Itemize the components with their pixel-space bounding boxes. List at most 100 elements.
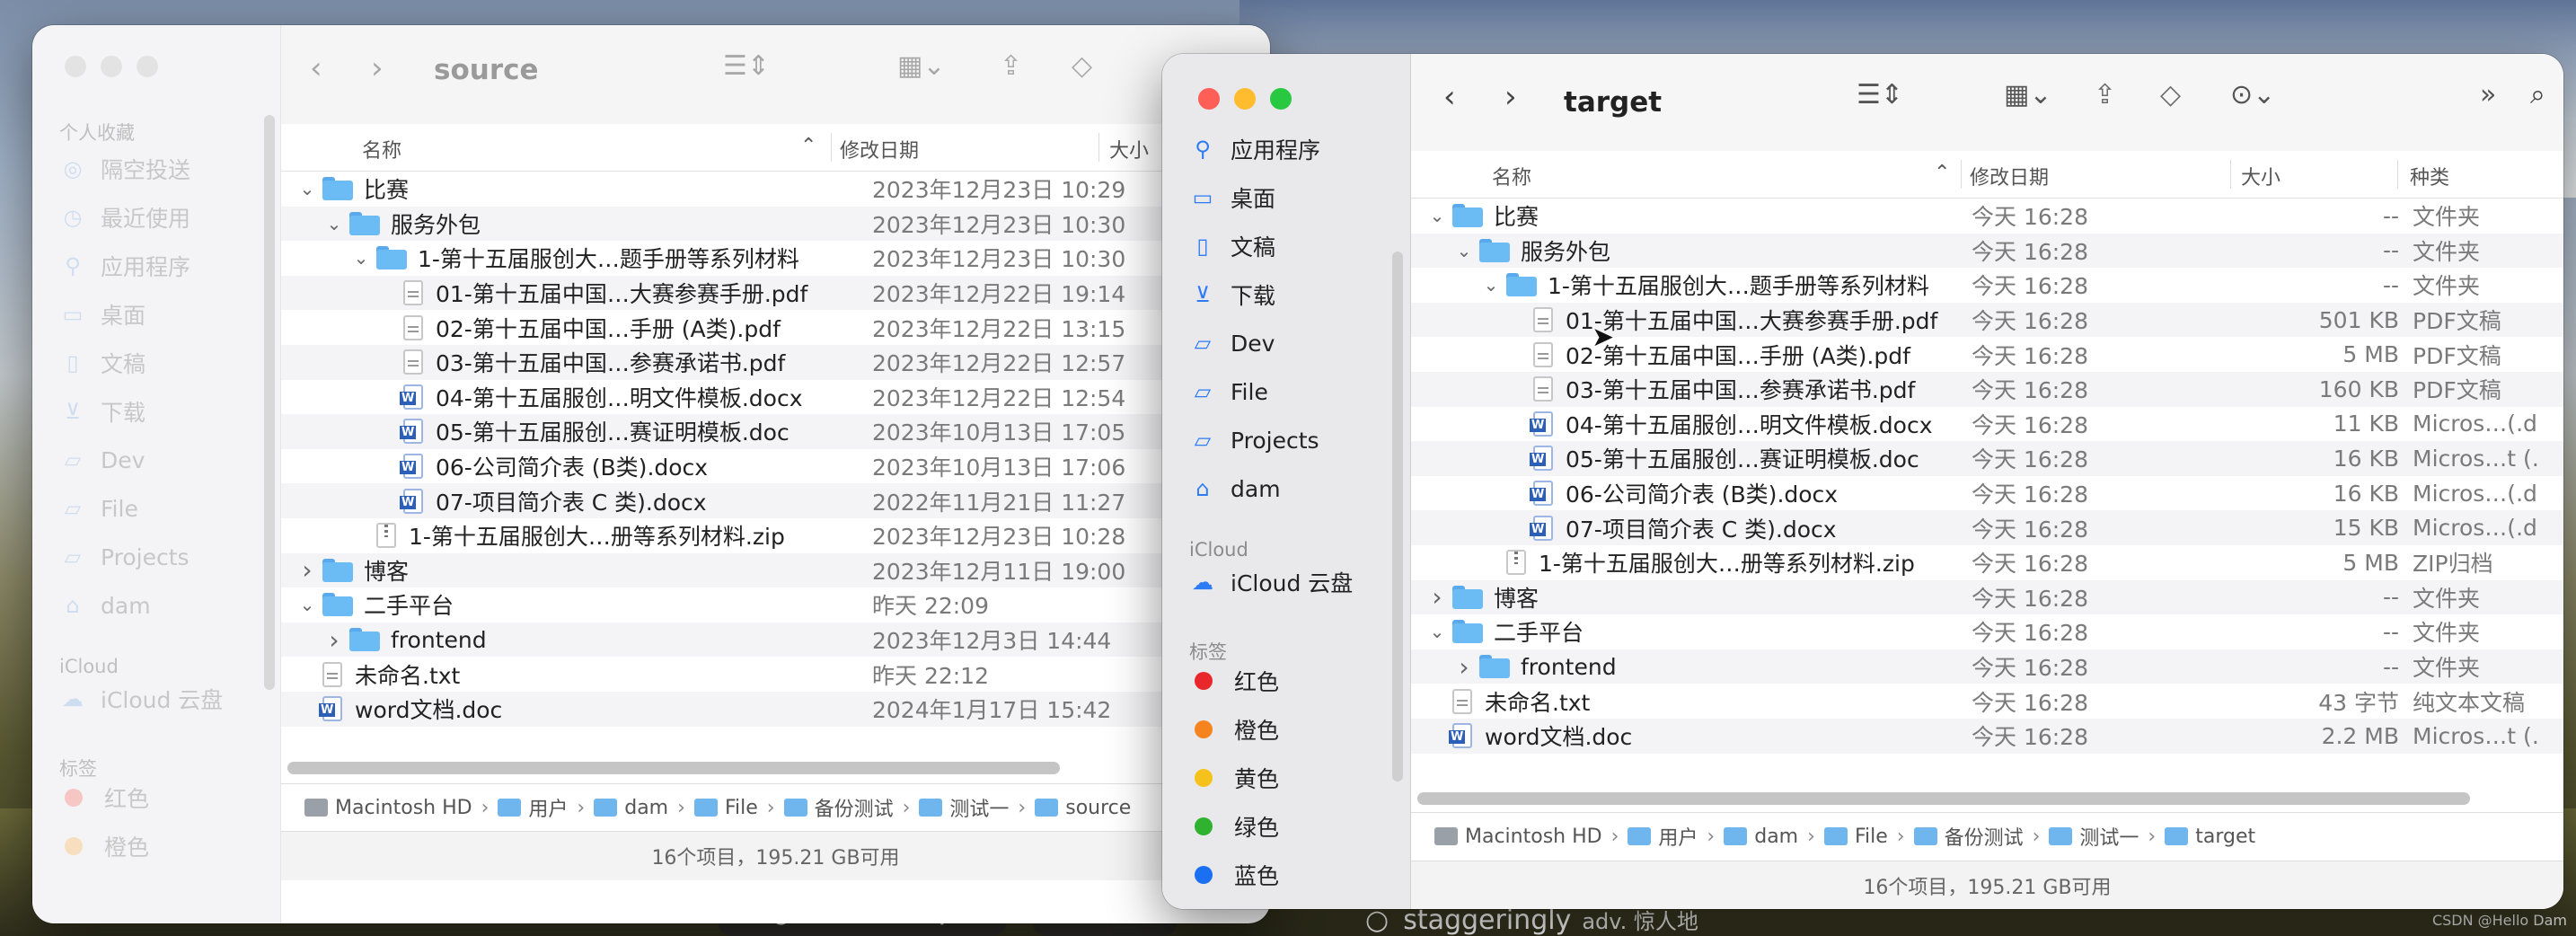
column-kind[interactable]: 种类 <box>2410 162 2449 190</box>
file-row[interactable]: 1-第十五届服创大…册等系列材料.zip 今天 16:28 5 MB ZIP归档 <box>1411 545 2563 580</box>
disclosure-expanded-icon[interactable]: ⌄ <box>297 594 317 615</box>
search-icon[interactable]: ⌕ <box>2530 79 2545 110</box>
more-actions-icon[interactable]: ⊙⌄ <box>2230 79 2275 110</box>
sidebar-scrollbar[interactable] <box>1392 252 1403 781</box>
file-row[interactable]: word文档.doc 今天 16:28 2.2 MB Micros…t (.doc <box>1411 719 2563 754</box>
sidebar-item-6[interactable]: ▱ Dev <box>59 442 146 478</box>
disclosure-collapsed-icon[interactable]: › <box>1427 582 1447 612</box>
file-row[interactable]: ⌄ 比赛 今天 16:28 -- 文件夹 <box>1411 199 2563 234</box>
path-segment[interactable]: 用户 <box>498 793 568 822</box>
path-segment[interactable]: File <box>693 797 758 819</box>
path-segment[interactable]: 备份测试 <box>1913 822 2024 851</box>
file-row[interactable]: 06-公司简介表 (B类).docx 今天 16:28 16 KB Micros…(.… <box>1411 476 2563 511</box>
sidebar-item-5[interactable]: ⊻ 下载 <box>59 393 146 429</box>
share-icon[interactable]: ⇪ <box>1000 50 1022 82</box>
file-row[interactable]: 04-第十五届服创…明文件模板.docx 今天 16:28 11 KB Micros…… <box>1411 407 2563 442</box>
file-row[interactable]: 06-公司简介表 (B类).docx 2023年10月13日 17:06 <box>281 449 1270 484</box>
file-row[interactable]: 03-第十五届中国…参赛承诺书.pdf 今天 16:28 160 KB PDF文稿 <box>1411 372 2563 407</box>
sidebar-tag-0[interactable]: 红色 <box>65 780 149 816</box>
disclosure-expanded-icon[interactable]: ⌄ <box>1427 205 1447 226</box>
column-date[interactable]: 修改日期 <box>1970 162 2049 190</box>
horizontal-scrollbar[interactable] <box>287 762 1060 774</box>
sidebar-item-4[interactable]: ▱ Dev <box>1189 325 1275 361</box>
sidebar-tag-1[interactable]: 橙色 <box>1195 711 1279 747</box>
sort-chevron-icon[interactable]: ⌃ <box>800 135 816 157</box>
file-row[interactable]: 05-第十五届服创…赛证明模板.doc 今天 16:28 16 KB Micros…t… <box>1411 441 2563 476</box>
list-view-icon[interactable]: ☰⇕ <box>723 50 770 82</box>
file-row[interactable]: 04-第十五届服创…明文件模板.docx 2023年12月22日 12:54 <box>281 380 1270 415</box>
sidebar-item-8[interactable]: ▱ Projects <box>59 539 190 575</box>
file-row[interactable]: › 博客 2023年12月11日 19:00 <box>281 552 1270 588</box>
sidebar-tag-4[interactable]: 蓝色 <box>1195 857 1279 893</box>
file-row[interactable]: 02-第十五届中国…手册 (A类).pdf 2023年12月22日 13:15 <box>281 310 1270 345</box>
forward-icon[interactable]: › <box>371 50 384 86</box>
sidebar-item-2[interactable]: ▯ 文稿 <box>1189 228 1275 264</box>
back-icon[interactable]: ‹ <box>1443 79 1456 115</box>
sidebar-item-6[interactable]: ▱ Projects <box>1189 422 1319 458</box>
file-row[interactable]: ⌄ 1-第十五届服创大…题手册等系列材料 2023年12月23日 10:30 <box>281 241 1270 276</box>
sidebar-tag-2[interactable]: 黄色 <box>1195 760 1279 796</box>
file-row[interactable]: 05-第十五届服创…赛证明模板.doc 2023年10月13日 17:05 <box>281 414 1270 449</box>
file-row[interactable]: › frontend 今天 16:28 -- 文件夹 <box>1411 649 2563 684</box>
file-row[interactable]: 07-项目简介表 C 类).docx 今天 16:28 15 KB Micros…(.… <box>1411 510 2563 545</box>
target-finder-window[interactable]: ⚲ 应用程序 ▭ 桌面 ▯ 文稿 ⊻ 下载 ▱ Dev ▱ File ▱ Projects ⌂ dam iClo… <box>1162 54 2563 909</box>
path-segment[interactable]: target <box>2165 826 2255 848</box>
file-row[interactable]: ⌄ 服务外包 今天 16:28 -- 文件夹 <box>1411 233 2563 269</box>
file-row[interactable]: ⌄ 二手平台 昨天 22:09 <box>281 587 1270 623</box>
file-row[interactable]: ⌄ 比赛 2023年12月23日 10:29 <box>281 172 1270 207</box>
file-row[interactable]: ⌄ 服务外包 2023年12月23日 10:30 <box>281 206 1270 242</box>
path-segment[interactable]: 用户 <box>1628 822 1698 851</box>
disclosure-collapsed-icon[interactable]: › <box>324 625 344 655</box>
tag-icon[interactable]: ◇ <box>2160 79 2181 110</box>
file-row[interactable]: 01-第十五届中国…大赛参赛手册.pdf 2023年12月22日 19:14 <box>281 275 1270 311</box>
file-row[interactable]: 07-项目简介表 C 类).docx 2022年11月21日 11:27 <box>281 483 1270 518</box>
close-button[interactable] <box>1198 88 1220 110</box>
column-name[interactable]: 名称 <box>362 135 401 163</box>
column-date[interactable]: 修改日期 <box>840 135 919 163</box>
expand-toolbar-icon[interactable]: » <box>2480 79 2496 110</box>
disclosure-expanded-icon[interactable]: ⌄ <box>351 247 371 269</box>
sidebar-item-5[interactable]: ▱ File <box>1189 374 1268 410</box>
file-row[interactable]: › 博客 今天 16:28 -- 文件夹 <box>1411 579 2563 615</box>
source-finder-window[interactable]: 个人收藏 ◎ 隔空投送 ◷ 最近使用 ⚲ 应用程序 ▭ 桌面 ▯ 文稿 ⊻ 下载 ▱ Dev ▱ File ▱ Pr… <box>32 25 1270 923</box>
list-view-icon[interactable]: ☰⇕ <box>1857 79 1903 110</box>
column-size[interactable]: 大小 <box>2241 162 2280 190</box>
sidebar-item-0[interactable]: ◎ 隔空投送 <box>59 151 191 187</box>
sidebar-item-icloud[interactable]: ☁ iCloud 云盘 <box>1189 564 1353 600</box>
sidebar-scrollbar[interactable] <box>264 115 275 690</box>
file-row[interactable]: 02-第十五届中国…手册 (A类).pdf 今天 16:28 5 MB PDF文稿 <box>1411 337 2563 372</box>
share-icon[interactable]: ⇪ <box>2094 79 2116 110</box>
sort-chevron-icon[interactable]: ⌃ <box>1934 162 1950 184</box>
disclosure-expanded-icon[interactable]: ⌄ <box>1454 240 1474 261</box>
sidebar-item-2[interactable]: ⚲ 应用程序 <box>59 248 190 284</box>
sidebar-tag-1[interactable]: 橙色 <box>65 828 149 864</box>
column-size[interactable]: 大小 <box>1109 135 1149 163</box>
path-segment[interactable]: File <box>1823 826 1888 848</box>
disclosure-expanded-icon[interactable]: ⌄ <box>297 178 317 199</box>
file-row[interactable]: 未命名.txt 今天 16:28 43 字节 纯文本文稿 <box>1411 684 2563 719</box>
sidebar-tag-3[interactable]: 绿色 <box>1195 808 1279 844</box>
file-row[interactable]: word文档.doc 2024年1月17日 15:42 <box>281 692 1270 727</box>
path-segment[interactable]: source <box>1035 797 1131 819</box>
forward-icon[interactable]: › <box>1504 79 1517 115</box>
path-segment[interactable]: dam <box>1724 826 1798 848</box>
minimize-button[interactable] <box>1234 88 1256 110</box>
sidebar-item-0[interactable]: ⚲ 应用程序 <box>1189 131 1320 167</box>
sidebar-item-1[interactable]: ▭ 桌面 <box>1189 180 1275 216</box>
sidebar-item-7[interactable]: ▱ File <box>59 490 138 526</box>
disclosure-expanded-icon[interactable]: ⌄ <box>1481 274 1501 296</box>
back-icon[interactable]: ‹ <box>310 50 322 86</box>
disclosure-expanded-icon[interactable]: ⌄ <box>1427 621 1447 642</box>
disclosure-collapsed-icon[interactable]: › <box>297 555 317 585</box>
path-segment[interactable]: dam <box>594 797 668 819</box>
zoom-button[interactable] <box>137 56 158 77</box>
disclosure-collapsed-icon[interactable]: › <box>1454 652 1474 682</box>
sidebar-item-1[interactable]: ◷ 最近使用 <box>59 199 191 235</box>
file-row[interactable]: 03-第十五届中国…参赛承诺书.pdf 2023年12月22日 12:57 <box>281 345 1270 380</box>
sidebar-item-3[interactable]: ⊻ 下载 <box>1189 277 1275 313</box>
path-segment[interactable]: Macintosh HD <box>1434 826 1602 848</box>
close-button[interactable] <box>65 56 86 77</box>
path-segment[interactable]: Macintosh HD <box>304 797 472 819</box>
file-row[interactable]: ⌄ 二手平台 今天 16:28 -- 文件夹 <box>1411 614 2563 649</box>
sidebar-item-4[interactable]: ▯ 文稿 <box>59 345 146 381</box>
